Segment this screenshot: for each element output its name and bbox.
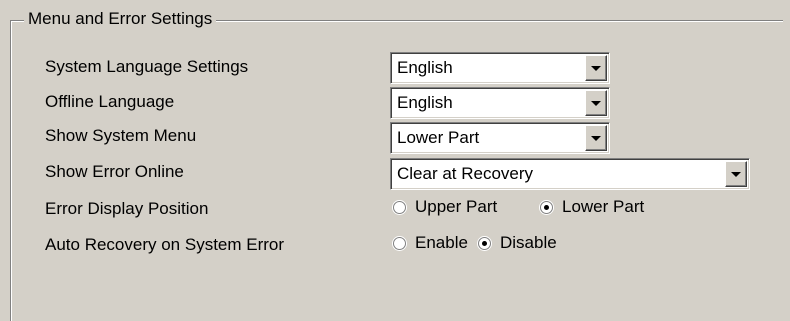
radio-button-selected[interactable] [478,236,491,250]
offline-language-label: Offline Language [45,92,175,111]
radio-label: Enable [415,233,468,252]
chevron-down-icon[interactable] [585,55,607,81]
show-system-menu-label: Show System Menu [45,126,197,145]
radio-lower-part[interactable]: Lower Part [540,196,644,218]
chevron-down-icon[interactable] [585,90,607,116]
error-display-position-label: Error Display Position [45,199,209,218]
radio-label: Upper Part [415,197,498,216]
show-error-online-label: Show Error Online [45,162,184,181]
system-language-dropdown[interactable]: English [390,52,610,84]
show-error-online-value: Clear at Recovery [397,164,534,183]
offline-language-dropdown[interactable]: English [390,87,610,119]
show-system-menu-dropdown[interactable]: Lower Part [390,122,610,154]
show-error-online-dropdown[interactable]: Clear at Recovery [390,158,750,190]
radio-button[interactable] [393,236,406,250]
system-language-label: System Language Settings [45,57,249,76]
radio-button[interactable] [393,200,406,214]
auto-recovery-label: Auto Recovery on System Error [45,235,285,254]
radio-label: Disable [500,233,557,252]
offline-language-value: English [397,93,453,112]
radio-disable[interactable]: Disable [478,232,557,254]
radio-enable[interactable]: Enable [393,232,468,254]
chevron-down-icon[interactable] [725,161,747,187]
radio-upper-part[interactable]: Upper Part [393,196,497,218]
group-title: Menu and Error Settings [24,9,217,29]
chevron-down-icon[interactable] [585,125,607,151]
show-system-menu-value: Lower Part [397,128,480,147]
radio-label: Lower Part [562,197,645,216]
system-language-value: English [397,58,453,77]
radio-button-selected[interactable] [540,200,553,214]
